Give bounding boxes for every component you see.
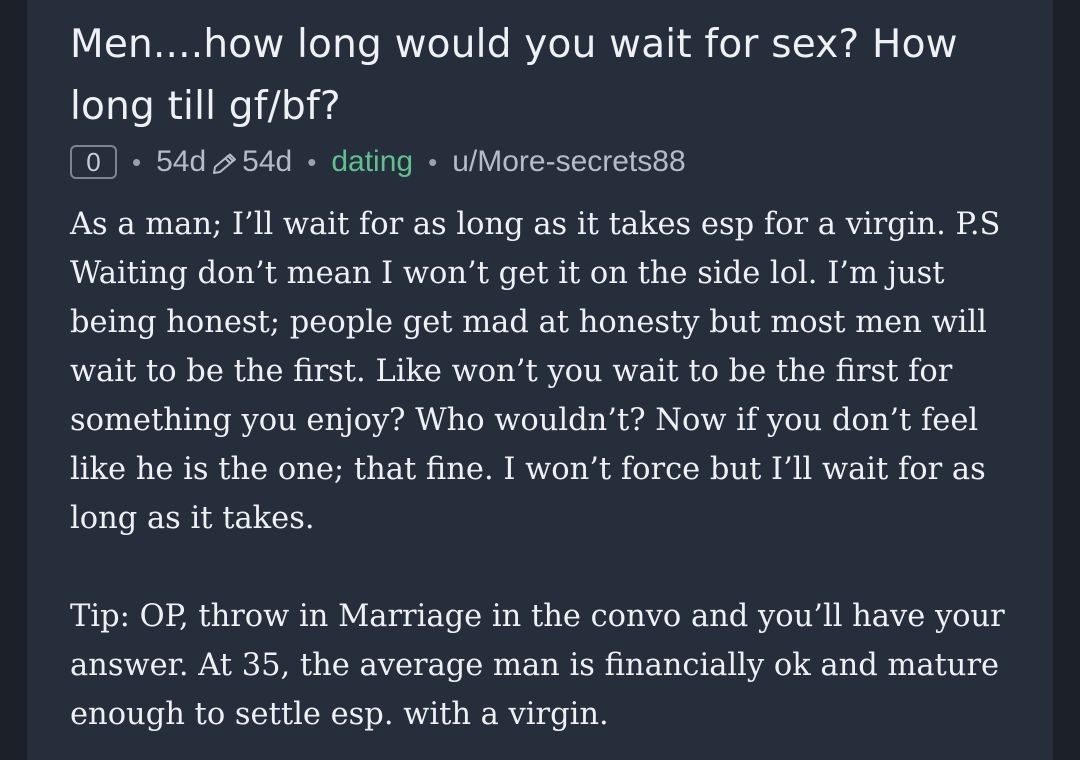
author-link[interactable]: u/More-secrets88: [452, 145, 685, 179]
score-badge[interactable]: 0: [70, 145, 117, 179]
pencil-icon: [210, 147, 240, 177]
posted-age: 54d: [156, 145, 207, 178]
post-title[interactable]: Men....how long would you wait for sex? …: [70, 14, 1030, 138]
community-link[interactable]: dating: [331, 145, 413, 179]
post-meta: 0 • 54d 54d • dating • u/More-secrets88: [70, 142, 1030, 182]
post-content: Men....how long would you wait for sex? …: [70, 14, 1030, 739]
separator-dot: •: [307, 146, 317, 177]
post-paragraph: Tip: OP, throw in Marriage in the convo …: [70, 599, 1005, 732]
separator-dot: •: [132, 146, 142, 177]
post-paragraph: As a man; I’ll wait for as long as it ta…: [70, 207, 1001, 536]
page: Men....how long would you wait for sex? …: [0, 0, 1080, 760]
post-body: As a man; I’ll wait for as long as it ta…: [70, 200, 1030, 739]
edited-age: 54d: [242, 145, 293, 178]
separator-dot: •: [428, 146, 438, 177]
post-card: Men....how long would you wait for sex? …: [27, 0, 1053, 760]
